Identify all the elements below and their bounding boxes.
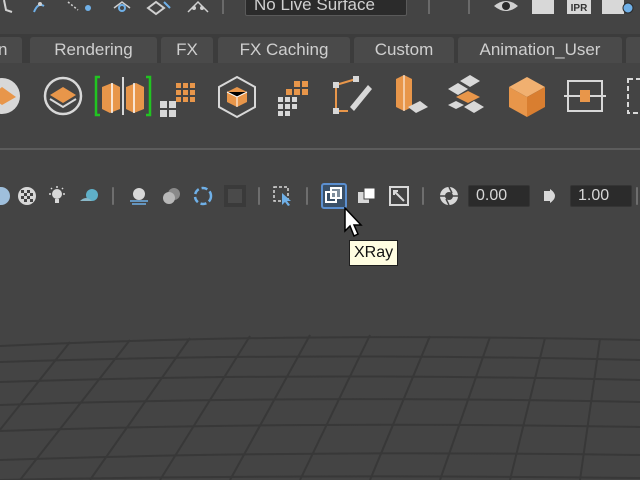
motion-blur-icon[interactable] — [160, 185, 182, 207]
hypershade-icon[interactable] — [0, 71, 28, 121]
separator — [636, 187, 638, 205]
tab-fx[interactable]: FX — [161, 37, 213, 63]
ipr-label: IPR — [571, 3, 588, 14]
gamma-field[interactable]: 1.00 — [570, 185, 632, 207]
frame-select-icon[interactable] — [618, 71, 640, 121]
cube-wire-icon[interactable] — [214, 71, 260, 121]
xray-tooltip: XRay — [349, 240, 399, 266]
shaded-icon[interactable] — [0, 185, 12, 207]
tab-partial[interactable]: n — [0, 37, 22, 63]
lights-icon[interactable] — [46, 185, 68, 207]
render-layer-icon[interactable] — [40, 71, 86, 121]
perspective-grid — [0, 334, 640, 480]
status-line: No Live Surface IPR — [0, 0, 640, 24]
pen-curve-icon[interactable] — [330, 71, 376, 121]
separator — [422, 187, 424, 205]
tab-custom[interactable]: Custom — [354, 37, 454, 63]
separator — [112, 187, 114, 205]
eye-icon[interactable] — [492, 0, 520, 16]
snap-point-icon[interactable] — [64, 0, 91, 16]
render-frame-icon[interactable] — [530, 0, 556, 16]
mouse-cursor-icon — [344, 206, 364, 239]
xray-button[interactable] — [321, 183, 347, 209]
exposure-field[interactable]: 0.00 — [468, 185, 530, 207]
snap-live-icon[interactable] — [146, 0, 171, 16]
shelf-tab-bar: n Rendering FX FX Caching Custom Animati… — [0, 34, 640, 63]
snap-view-plane-icon[interactable] — [110, 0, 131, 16]
bevel-faces-icon[interactable] — [442, 71, 488, 121]
shelf-divider — [0, 148, 640, 150]
panel-toolbar: 0.00 1.00 — [0, 180, 640, 212]
tab-animation-user[interactable]: Animation_User — [458, 37, 622, 63]
separator — [306, 187, 308, 205]
tab-rendering[interactable]: Rendering — [30, 37, 157, 63]
separator — [428, 0, 430, 14]
ambient-occlusion-icon[interactable] — [128, 185, 150, 207]
separator — [258, 187, 260, 205]
split-objects-icon[interactable] — [94, 71, 152, 121]
solid-cube-icon[interactable] — [504, 71, 550, 121]
anti-aliasing-icon[interactable] — [192, 185, 214, 207]
extrude-icon[interactable] — [386, 71, 432, 121]
tab-fx-caching[interactable]: FX Caching — [218, 37, 350, 63]
xray-active-components-icon[interactable] — [388, 185, 410, 207]
tab-partial-right[interactable] — [626, 37, 640, 63]
bounding-box-icon[interactable] — [562, 71, 608, 121]
camera-exposure-icon[interactable] — [438, 185, 460, 207]
textured-icon[interactable] — [16, 185, 38, 207]
gamma-icon[interactable] — [540, 185, 562, 207]
live-surface-field[interactable]: No Live Surface — [245, 0, 407, 16]
mesh-grid-icon[interactable] — [156, 71, 202, 121]
shadows-icon[interactable] — [78, 185, 100, 207]
separator — [222, 0, 224, 14]
snap-curve-icon[interactable] — [30, 0, 50, 16]
isolate-select-icon[interactable] — [272, 185, 294, 207]
xray-icon — [325, 187, 342, 203]
viewport[interactable] — [0, 212, 640, 480]
shelf-icons — [0, 63, 640, 129]
depth-of-field-icon[interactable] — [224, 185, 246, 207]
smooth-mesh-icon[interactable] — [272, 71, 318, 121]
magnet-snap-icon[interactable] — [2, 0, 22, 16]
render-settings-icon[interactable] — [600, 0, 640, 16]
symmetry-icon[interactable] — [186, 0, 209, 16]
xray-joints-icon[interactable] — [356, 185, 378, 207]
ipr-render-icon[interactable]: IPR — [566, 0, 592, 16]
separator — [468, 0, 470, 14]
